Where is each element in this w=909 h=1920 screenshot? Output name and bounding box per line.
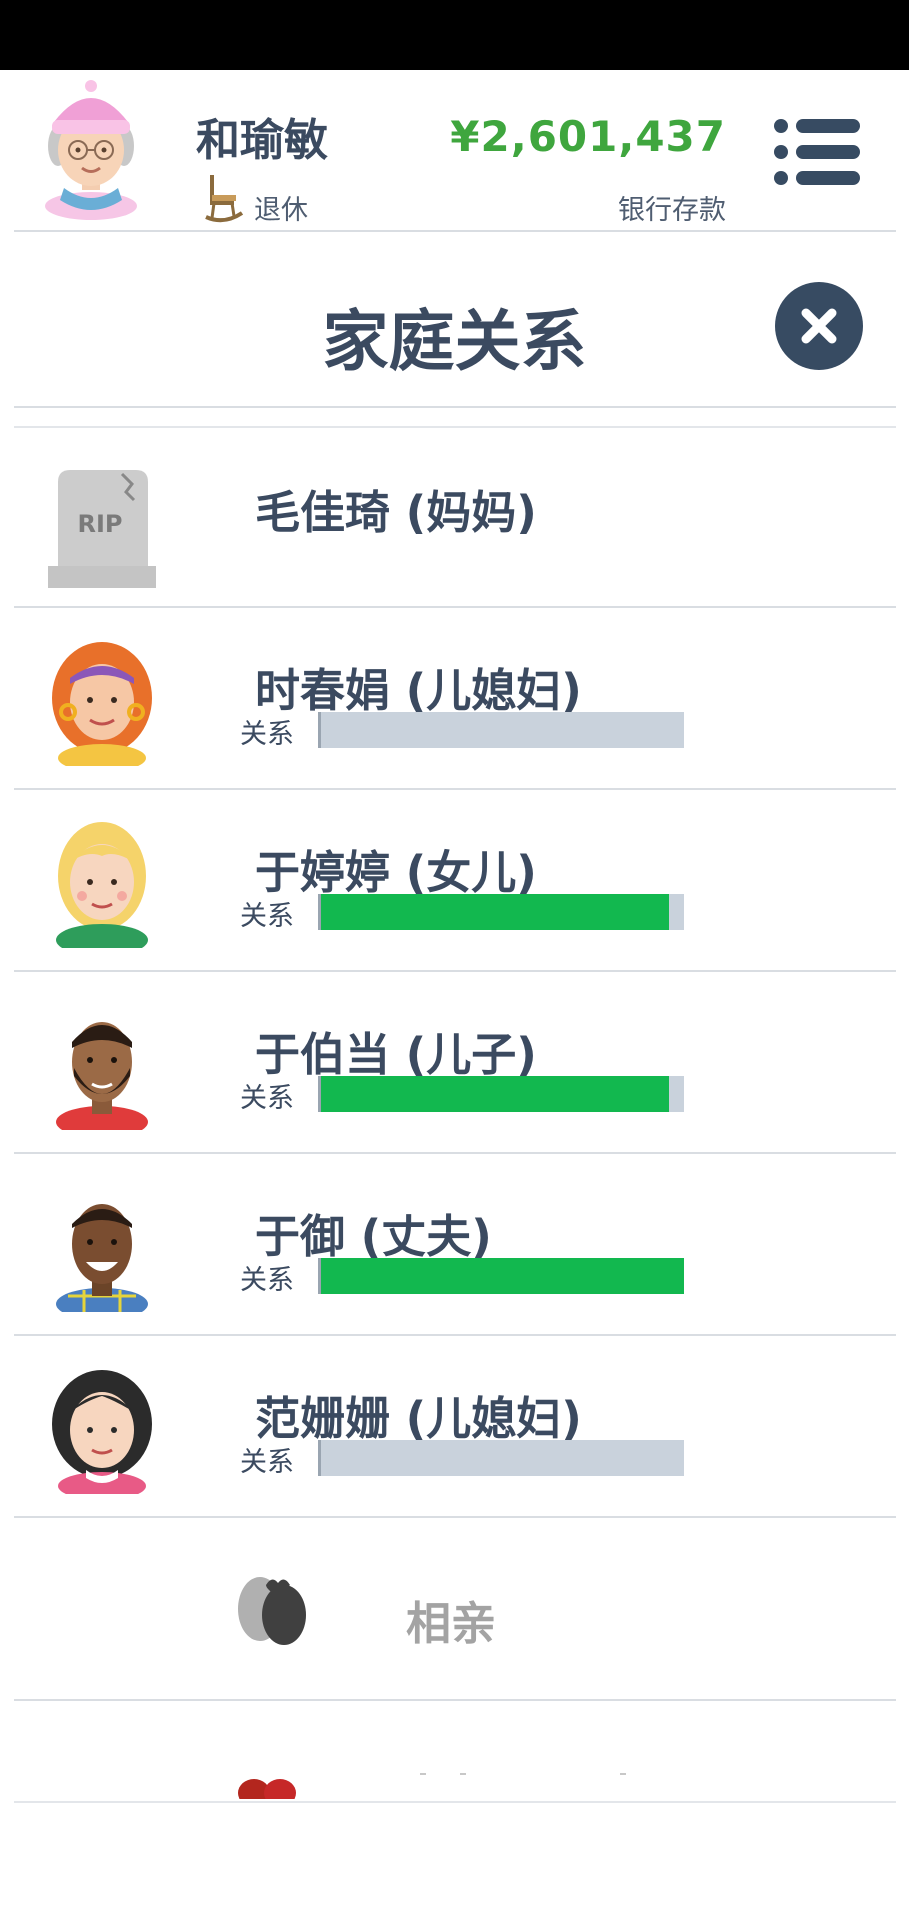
relationship-label: 关系 (240, 719, 294, 750)
close-button[interactable] (775, 282, 863, 370)
relationship-label: 关系 (240, 1083, 294, 1114)
bank-balance: ¥2,601,437 (450, 112, 726, 161)
relationship-label: 关系 (240, 901, 294, 932)
blonde-woman-avatar (56, 822, 148, 948)
relationship-bar (318, 1440, 684, 1476)
bank-balance-label: 银行存款 (618, 195, 726, 226)
relationship-bar (318, 1258, 684, 1294)
close-icon (801, 308, 837, 344)
red-haired-woman-avatar (52, 642, 152, 766)
dialog-title: 家庭关系 (322, 303, 587, 380)
relationship-row[interactable]: 范姗姗 (儿媳妇) 关系 (0, 1336, 909, 1518)
relative-name: 时春娟 (儿媳妇) (255, 664, 582, 717)
relationship-row[interactable]: RIP 毛佳琦 (妈妈) (0, 426, 909, 608)
dialog-title-bar: 家庭关系 (0, 232, 909, 408)
smiling-man-avatar (56, 1204, 148, 1312)
couple-silhouette-icon (238, 1577, 306, 1645)
life-status-label: 退休 (254, 195, 308, 226)
blind-date-button[interactable]: 相亲 (0, 1521, 909, 1701)
hearts-icon (238, 1779, 296, 1799)
rocking-chair-icon (205, 175, 244, 223)
rip-text: RIP (78, 510, 123, 538)
relationship-row[interactable]: 于伯当 (儿子) 关系 (0, 972, 909, 1154)
blind-date-label: 相亲 (406, 1597, 497, 1650)
relationship-label: 关系 (240, 1447, 294, 1478)
relationship-row[interactable]: 于御 (丈夫) 关系 (0, 1154, 909, 1336)
row-divider (14, 1516, 896, 1518)
relationship-bar-fill (321, 894, 669, 930)
partial-text-remnant (420, 1773, 626, 1775)
relationship-bar (318, 712, 684, 748)
relative-name: 于婷婷 (女儿) (255, 846, 537, 899)
relative-name: 毛佳琦 (妈妈) (255, 486, 537, 539)
relationship-bar-fill (321, 1076, 669, 1112)
relationship-bar (318, 894, 684, 930)
title-divider (14, 406, 896, 408)
player-header: 和瑜敏 退休 ¥2,601,437 银行存款 (0, 70, 909, 232)
menu-list-icon[interactable] (772, 117, 860, 187)
tombstone-rip-icon: RIP (48, 470, 156, 588)
relative-name: 于伯当 (儿子) (255, 1028, 537, 1081)
relationship-bar-fill (321, 1258, 684, 1294)
system-status-bar (0, 0, 909, 70)
list-bottom-divider (14, 1801, 896, 1803)
relationship-label: 关系 (240, 1265, 294, 1296)
elderly-woman-avatar (45, 80, 137, 220)
relationship-row[interactable]: 时春娟 (儿媳妇) 关系 (0, 608, 909, 790)
player-name: 和瑜敏 (196, 115, 328, 166)
relative-name: 范姗姗 (儿媳妇) (255, 1392, 582, 1445)
relationship-bar (318, 1076, 684, 1112)
dark-haired-woman-avatar (52, 1370, 152, 1494)
partial-list-item (0, 1703, 909, 1799)
relative-name: 于御 (丈夫) (255, 1210, 492, 1263)
relationship-row[interactable]: 于婷婷 (女儿) 关系 (0, 790, 909, 972)
bearded-man-avatar (56, 1022, 148, 1130)
row-divider (14, 1699, 896, 1701)
